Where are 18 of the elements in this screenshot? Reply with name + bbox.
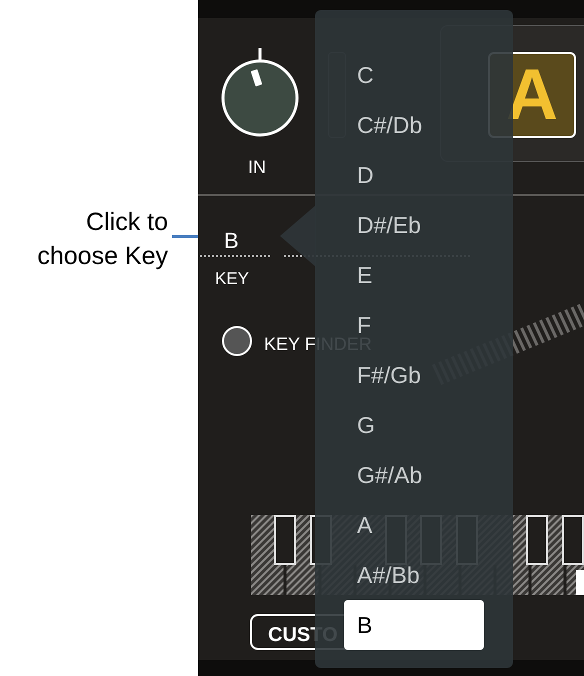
knob-label: IN bbox=[248, 156, 266, 179]
key-value[interactable]: B bbox=[224, 224, 239, 257]
key-menu-item[interactable]: G#/Ab bbox=[344, 450, 484, 500]
key-menu-item[interactable]: D bbox=[344, 150, 484, 200]
key-menu-item[interactable]: G bbox=[344, 400, 484, 450]
key-menu-item[interactable]: C bbox=[344, 50, 484, 100]
key-label: KEY bbox=[215, 268, 250, 290]
key-menu-item[interactable]: C#/Db bbox=[344, 100, 484, 150]
key-menu-item[interactable]: D#/Eb bbox=[344, 200, 484, 250]
knob-icon[interactable] bbox=[220, 48, 300, 138]
key-menu-item[interactable]: B bbox=[344, 600, 484, 650]
key-menu-item[interactable]: E bbox=[344, 250, 484, 300]
annotation-text: Click to choose Key bbox=[36, 207, 168, 272]
key-menu-item[interactable]: F#/Gb bbox=[344, 350, 484, 400]
key-menu-item[interactable]: A bbox=[344, 500, 484, 550]
leader-line bbox=[172, 235, 198, 238]
key-finder-radio[interactable] bbox=[222, 326, 252, 356]
key-menu-item[interactable]: A#/Bb bbox=[344, 550, 484, 600]
